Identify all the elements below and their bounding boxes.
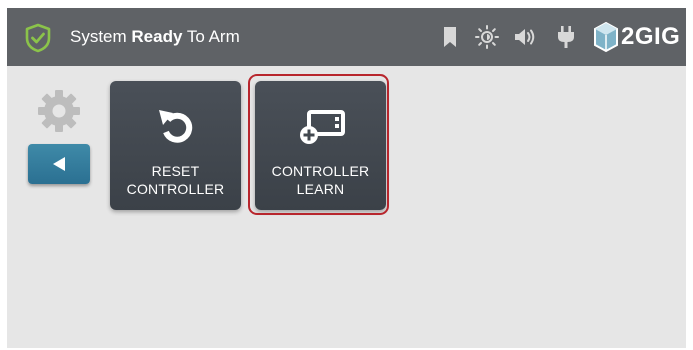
gear-icon[interactable] (36, 88, 82, 134)
selection-highlight (248, 74, 389, 215)
top-status-bar: System Ready To Arm 2GIG (7, 8, 686, 66)
reset-controller-label: RESET CONTROLLER (126, 163, 225, 197)
back-arrow-icon (53, 157, 65, 171)
system-status-text: System Ready To Arm (70, 27, 240, 46)
brightness-icon[interactable] (474, 24, 500, 50)
volume-icon[interactable] (513, 26, 539, 48)
brand-logo-icon (594, 21, 618, 53)
shield-check-icon (25, 23, 51, 53)
bookmark-icon[interactable] (443, 26, 457, 48)
screen: System Ready To Arm 2GIG RESET CONTROLLE… (7, 8, 686, 348)
power-plug-icon (558, 26, 574, 48)
reset-controller-button[interactable]: RESET CONTROLLER (110, 81, 241, 210)
reset-arrow-icon (159, 110, 193, 143)
brand-name: 2GIG (621, 23, 681, 50)
back-button[interactable] (28, 144, 90, 184)
